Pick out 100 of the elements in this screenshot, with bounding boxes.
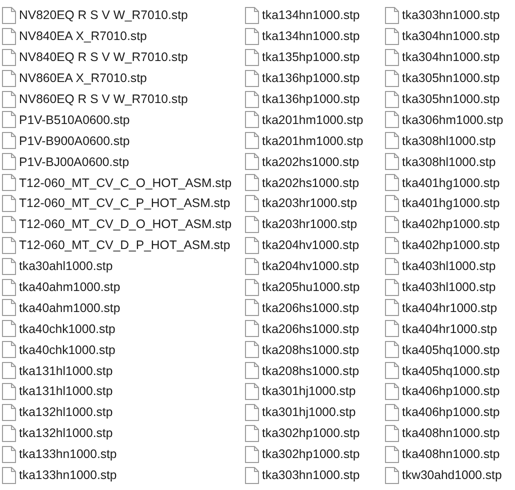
file-name[interactable]: tka301hj1000.stp <box>262 405 356 420</box>
file-name[interactable]: tka301hj1000.stp <box>262 384 356 398</box>
file-name[interactable]: tka205hu1000.stp <box>262 280 360 294</box>
file-icon <box>385 446 399 463</box>
file-name[interactable]: tka208hs1000.stp <box>262 342 360 357</box>
file-name[interactable]: tka304hn1000.stp <box>402 29 500 44</box>
file-icon <box>385 236 399 254</box>
file-name[interactable]: T12-060_MT_CV_D_P_HOT_ASM.stp <box>19 238 230 252</box>
file-icon <box>245 28 259 45</box>
file-name[interactable]: tka303hn1000.stp <box>262 468 360 482</box>
file-icon <box>245 446 259 463</box>
file-name[interactable]: tka201hm1000.stp <box>262 112 364 127</box>
file-name[interactable]: tka132hl1000.stp <box>19 426 113 440</box>
file-name[interactable]: tka40chk1000.stp <box>19 322 116 336</box>
file-icon <box>245 258 259 275</box>
file-name[interactable]: tka403hl1000.stp <box>402 259 496 274</box>
file-name[interactable]: tka202hs1000.stp <box>262 154 360 169</box>
file-icon <box>245 90 259 108</box>
file-icon <box>385 424 399 442</box>
file-name[interactable]: tka304hn1000.stp <box>402 50 500 64</box>
file-name[interactable]: tka206hs1000.stp <box>262 300 360 315</box>
file-name[interactable]: tka132hl1000.stp <box>19 405 113 420</box>
file-name[interactable]: tka204hv1000.stp <box>262 238 360 252</box>
file-name[interactable]: tka408hn1000.stp <box>402 447 500 462</box>
file-icon <box>245 216 259 233</box>
file-name[interactable]: tka405hq1000.stp <box>402 364 500 378</box>
file-name[interactable]: tka40ahm1000.stp <box>19 280 120 294</box>
file-name[interactable]: tka406hp1000.stp <box>402 384 500 398</box>
file-name[interactable]: tka406hp1000.stp <box>402 405 500 420</box>
file-name[interactable]: tka405hq1000.stp <box>402 342 500 357</box>
file-name[interactable]: tka135hp1000.stp <box>262 50 360 64</box>
file-name[interactable]: tka40chk1000.stp <box>19 342 116 357</box>
file-icon <box>385 48 399 66</box>
file-name[interactable]: tka134hn1000.stp <box>262 29 360 44</box>
file-name[interactable]: tka404hr1000.stp <box>402 322 498 336</box>
file-icon <box>245 424 259 442</box>
file-icon <box>245 174 259 192</box>
file-name[interactable]: tka133hn1000.stp <box>19 468 117 482</box>
file-name[interactable]: NV820EQ R S V W_R7010.stp <box>19 8 188 22</box>
file-icon <box>2 404 16 421</box>
file-icon <box>2 341 16 358</box>
file-icon <box>385 341 399 358</box>
file-name[interactable]: NV860EA X_R7010.stp <box>19 71 147 86</box>
file-icon <box>385 132 399 150</box>
file-name[interactable]: tka203hr1000.stp <box>262 196 358 210</box>
file-icon <box>2 132 16 150</box>
file-name[interactable]: P1V-BJ00A0600.stp <box>19 154 130 169</box>
file-icon <box>2 70 16 87</box>
file-name[interactable]: tka402hp1000.stp <box>402 238 500 252</box>
file-name[interactable]: NV840EA X_R7010.stp <box>19 29 147 44</box>
file-name[interactable]: tka206hs1000.stp <box>262 322 360 336</box>
file-name[interactable]: T12-060_MT_CV_C_P_HOT_ASM.stp <box>19 196 230 210</box>
file-icon <box>2 320 16 338</box>
file-icon <box>2 278 16 296</box>
file-icon <box>2 174 16 192</box>
file-name[interactable]: tka308hl1000.stp <box>402 154 496 169</box>
file-name[interactable]: T12-060_MT_CV_D_O_HOT_ASM.stp <box>19 217 232 232</box>
file-name[interactable]: tka133hn1000.stp <box>19 447 117 462</box>
file-name[interactable]: NV840EQ R S V W_R7010.stp <box>19 50 188 64</box>
file-icon <box>245 382 259 400</box>
file-name[interactable]: tka302hp1000.stp <box>262 447 360 462</box>
file-name[interactable]: tka404hr1000.stp <box>402 300 498 315</box>
file-name[interactable]: tka302hp1000.stp <box>262 426 360 440</box>
file-icon <box>2 446 16 463</box>
file-icon <box>385 153 399 170</box>
file-name[interactable]: tka136hp1000.stp <box>262 92 360 106</box>
file-name[interactable]: tka134hn1000.stp <box>262 8 360 22</box>
file-name[interactable]: tka305hn1000.stp <box>402 71 500 86</box>
file-name[interactable]: tka308hl1000.stp <box>402 134 496 148</box>
file-name[interactable]: tka408hn1000.stp <box>402 426 500 440</box>
file-icon <box>2 111 16 128</box>
file-name[interactable]: tka203hr1000.stp <box>262 217 358 232</box>
file-icon <box>2 90 16 108</box>
file-name[interactable]: tka30ahl1000.stp <box>19 259 113 274</box>
file-name[interactable]: tka401hg1000.stp <box>402 196 500 210</box>
file-name[interactable]: tka305hn1000.stp <box>402 92 500 106</box>
file-icon <box>245 111 259 128</box>
file-name[interactable]: tka208hs1000.stp <box>262 364 360 378</box>
file-name[interactable]: tka202hs1000.stp <box>262 176 360 190</box>
file-name[interactable]: T12-060_MT_CV_C_O_HOT_ASM.stp <box>19 176 232 190</box>
file-name[interactable]: tka401hg1000.stp <box>402 176 500 190</box>
file-name[interactable]: tka136hp1000.stp <box>262 71 360 86</box>
file-name[interactable]: tka201hm1000.stp <box>262 134 364 148</box>
file-name[interactable]: tka403hl1000.stp <box>402 280 496 294</box>
file-icon <box>2 299 16 316</box>
file-icon <box>385 174 399 192</box>
file-name[interactable]: tka306hm1000.stp <box>402 112 504 127</box>
file-name[interactable]: tkw30ahd1000.stp <box>402 468 502 482</box>
file-name[interactable]: P1V-B900A0600.stp <box>19 134 130 148</box>
file-name[interactable]: NV860EQ R S V W_R7010.stp <box>19 92 188 106</box>
file-name[interactable]: tka40ahm1000.stp <box>19 300 120 315</box>
file-icon <box>385 320 399 338</box>
file-name[interactable]: tka131hl1000.stp <box>19 384 113 398</box>
file-name[interactable]: tka303hn1000.stp <box>402 8 500 22</box>
file-name[interactable]: tka402hp1000.stp <box>402 217 500 232</box>
file-icon <box>385 111 399 128</box>
file-icon <box>385 70 399 87</box>
file-name[interactable]: tka131hl1000.stp <box>19 364 113 378</box>
file-name[interactable]: tka204hv1000.stp <box>262 259 360 274</box>
file-name[interactable]: P1V-B510A0600.stp <box>19 112 130 127</box>
